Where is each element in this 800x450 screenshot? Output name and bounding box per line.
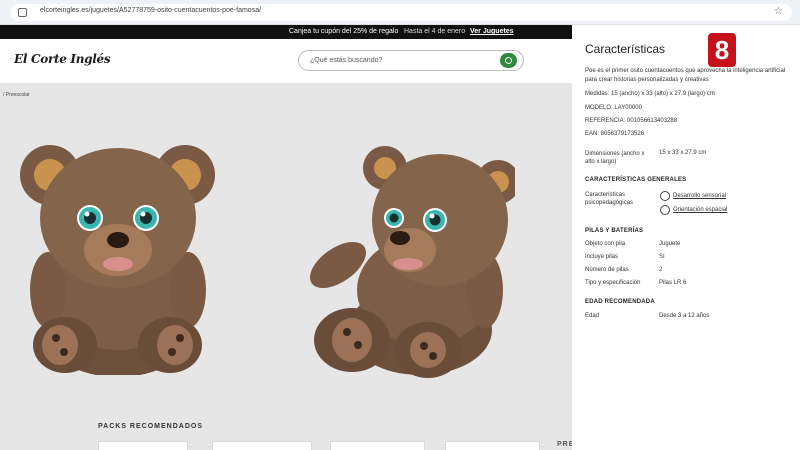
dimensions-label: Dimensiones (ancho x alto x largo) (585, 151, 645, 165)
promo-text: Canjea tu cupón del 25% de regalo (289, 28, 399, 35)
search-placeholder: ¿Qué estás buscando? (310, 57, 383, 64)
battery-type-value: Pilas LR 6 (659, 280, 687, 286)
site-info-icon[interactable] (18, 8, 27, 17)
promo-date: Hasta el 4 de enero (404, 28, 466, 35)
description-line: Poe es el primer osito cuentacuentos que… (585, 68, 786, 74)
breadcrumb[interactable]: / Preescolar (3, 92, 30, 98)
reference-text: REFERENCIA: 001056613403288 (585, 118, 678, 124)
measures-text: Medidas: 15 (ancho) x 33 (alto) x 27.9 (… (585, 91, 715, 97)
battery-object-label: Objeto con pila (585, 241, 626, 247)
model-text: MODELO: LAY00000 (585, 105, 642, 111)
characteristics-panel (572, 25, 800, 450)
spatial-orientation-link[interactable]: Orientación espacial (673, 207, 727, 213)
age-value: Desde 3 a 12 años (659, 313, 710, 319)
ean-text: EAN: 8056379173526 (585, 131, 645, 137)
pack-card[interactable] (212, 441, 312, 450)
url-text[interactable]: elcorteingles.es/juguetes/A52778759-osit… (40, 7, 261, 14)
battery-count-value: 2 (659, 267, 663, 273)
spatial-icon (660, 205, 670, 215)
battery-count-label: Número de pilas (585, 267, 629, 273)
sensory-icon (660, 191, 670, 201)
section-age-heading: EDAD RECOMENDADA (585, 299, 655, 305)
sensory-development-link[interactable]: Desarrollo sensorial (673, 193, 726, 199)
description-line: para crear historias personalizadas y cr… (585, 77, 709, 83)
product-image-side[interactable] (300, 140, 515, 380)
promo-link[interactable]: Ver Juguetes (470, 28, 514, 35)
psycho-label: Características psicopedagógicas (585, 192, 634, 206)
battery-type-label: Tipo y especificación (585, 280, 641, 286)
promo-banner: Canjea tu cupón del 25% de regalo Hasta … (0, 25, 572, 39)
pack-card[interactable] (445, 441, 540, 450)
age-label: Edad (585, 313, 600, 319)
dimensions-value: 15 x 33 x 27.9 cm (659, 150, 707, 156)
section-general-heading: CARACTERÍSTICAS GENERALES (585, 177, 687, 183)
pack-card[interactable] (98, 441, 188, 450)
packs-recommended-heading: PACKS RECOMENDADOS (98, 423, 203, 430)
tv-channel-logo: 8 (708, 33, 736, 67)
bookmark-star-icon[interactable]: ☆ (774, 5, 783, 19)
batteries-included-label: Incluye pilas (585, 254, 619, 260)
panel-title: Características (585, 42, 666, 56)
product-description: Poe es el primer osito cuentacuentos que… (585, 67, 799, 85)
search-button[interactable] (500, 53, 517, 68)
store-logo[interactable]: El Corte Inglés (14, 52, 111, 66)
pack-card[interactable] (330, 441, 425, 450)
batteries-included-value: Sí (659, 254, 665, 260)
product-image-front[interactable] (20, 140, 220, 375)
battery-object-value: Juguete (659, 241, 681, 247)
section-batteries-heading: PILAS Y BATERÍAS (585, 228, 644, 234)
